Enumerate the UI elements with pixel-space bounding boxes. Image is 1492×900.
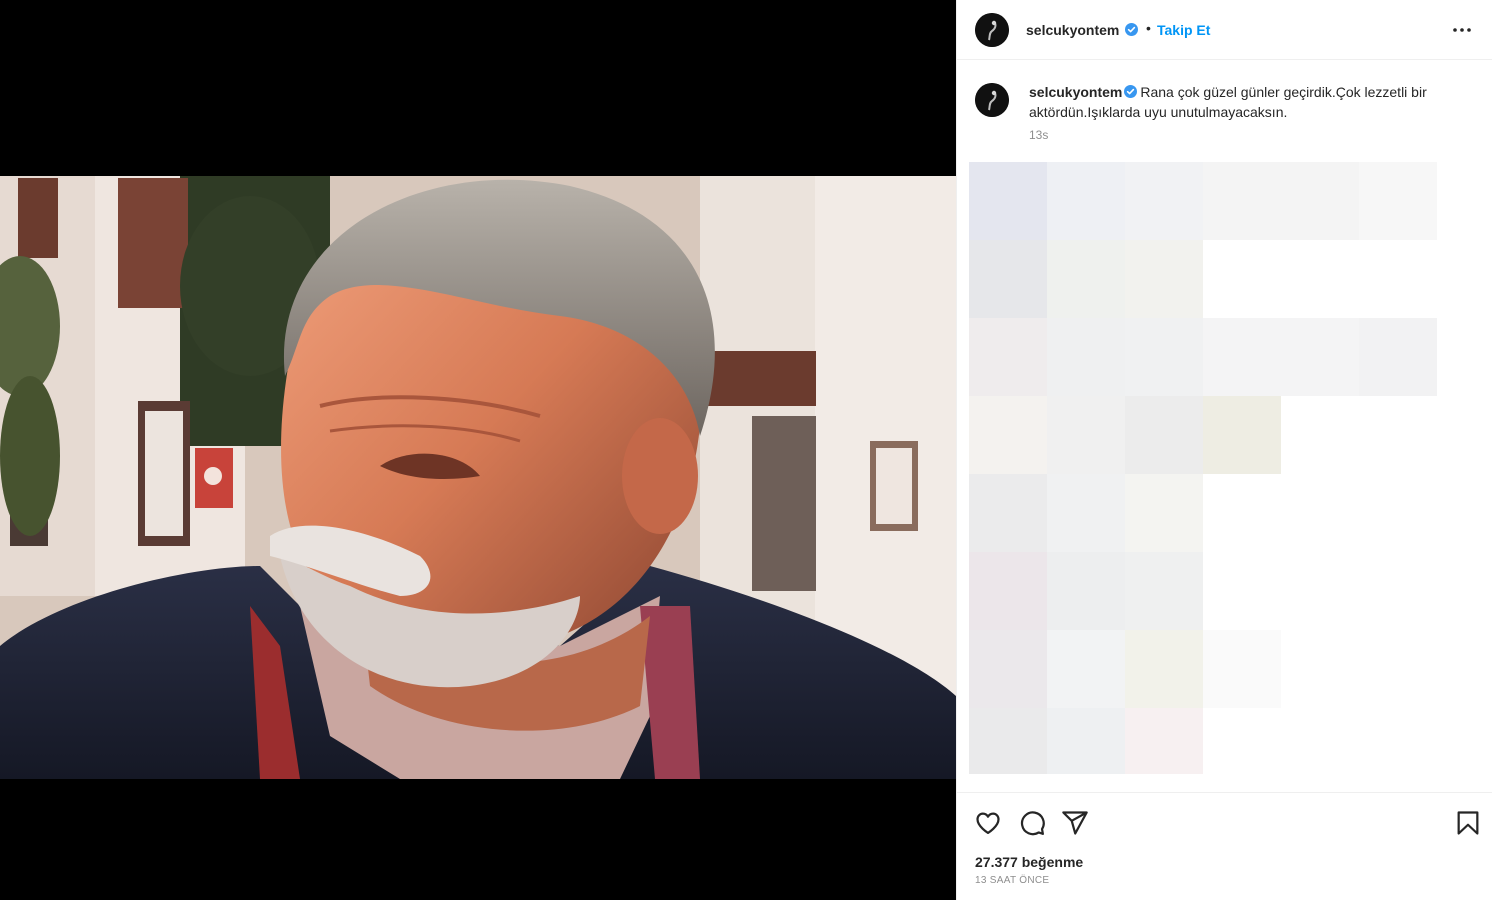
blur-block <box>1125 708 1203 774</box>
caption-text: selcukyontem Rana çok güzel günler geçird… <box>1029 82 1459 122</box>
blur-block <box>1125 552 1203 630</box>
comment-icon[interactable] <box>1018 809 1046 837</box>
media-pane <box>0 0 956 900</box>
follow-button[interactable]: Takip Et <box>1157 22 1210 38</box>
blur-block <box>969 630 1047 708</box>
post-caption: selcukyontem Rana çok güzel günler geçird… <box>957 60 1492 150</box>
blur-block <box>1047 396 1125 474</box>
blur-block <box>1047 552 1125 630</box>
share-icon[interactable] <box>1061 809 1089 837</box>
blur-block <box>1047 474 1125 552</box>
blur-block <box>969 552 1047 630</box>
blur-block <box>1359 318 1437 396</box>
blur-block <box>1125 474 1203 552</box>
blur-block <box>1125 240 1203 318</box>
blur-block <box>1359 162 1437 240</box>
blur-block <box>1203 162 1359 240</box>
blur-block <box>1047 708 1125 774</box>
blur-block <box>1047 630 1125 708</box>
caption-avatar[interactable] <box>975 83 1009 117</box>
avatar[interactable] <box>975 13 1009 47</box>
blur-block <box>1047 318 1125 396</box>
blur-block <box>969 708 1047 774</box>
caption-age: 13s <box>1029 128 1049 142</box>
verified-badge-icon <box>1124 85 1138 98</box>
avatar-image <box>975 13 1009 47</box>
blur-block <box>969 396 1047 474</box>
post-photo[interactable] <box>0 176 956 779</box>
blur-block <box>969 474 1047 552</box>
blur-block <box>1125 318 1203 396</box>
blur-block <box>1203 318 1359 396</box>
blur-block <box>1203 396 1281 474</box>
more-options-icon[interactable] <box>1449 20 1475 40</box>
blur-block <box>969 240 1047 318</box>
blur-block <box>1047 162 1125 240</box>
blur-block <box>1203 630 1281 708</box>
verified-badge-icon <box>1125 23 1138 36</box>
blur-block <box>1125 162 1203 240</box>
like-count[interactable]: 27.377 beğenme <box>975 854 1083 870</box>
post-header: selcukyontem • Takip Et <box>957 0 1492 60</box>
blur-block <box>969 162 1047 240</box>
caption-username[interactable]: selcukyontem <box>1029 84 1122 100</box>
bookmark-icon[interactable] <box>1454 809 1482 837</box>
photo-illustration <box>0 176 956 779</box>
post-timestamp[interactable]: 13 SAAT ÖNCE <box>975 875 1049 886</box>
post-details-panel: selcukyontem • Takip Et selcukyontem Rana… <box>956 0 1492 900</box>
blur-block <box>1125 630 1203 708</box>
blur-block <box>1047 240 1125 318</box>
comments-area-blurred <box>969 162 1481 774</box>
avatar-image <box>975 83 1009 117</box>
username-link[interactable]: selcukyontem <box>1026 22 1119 38</box>
heart-icon[interactable] <box>974 809 1002 837</box>
blur-block <box>1125 396 1203 474</box>
blur-block <box>969 318 1047 396</box>
post-actions: 27.377 beğenme 13 SAAT ÖNCE <box>957 792 1492 900</box>
separator-dot: • <box>1146 20 1151 36</box>
